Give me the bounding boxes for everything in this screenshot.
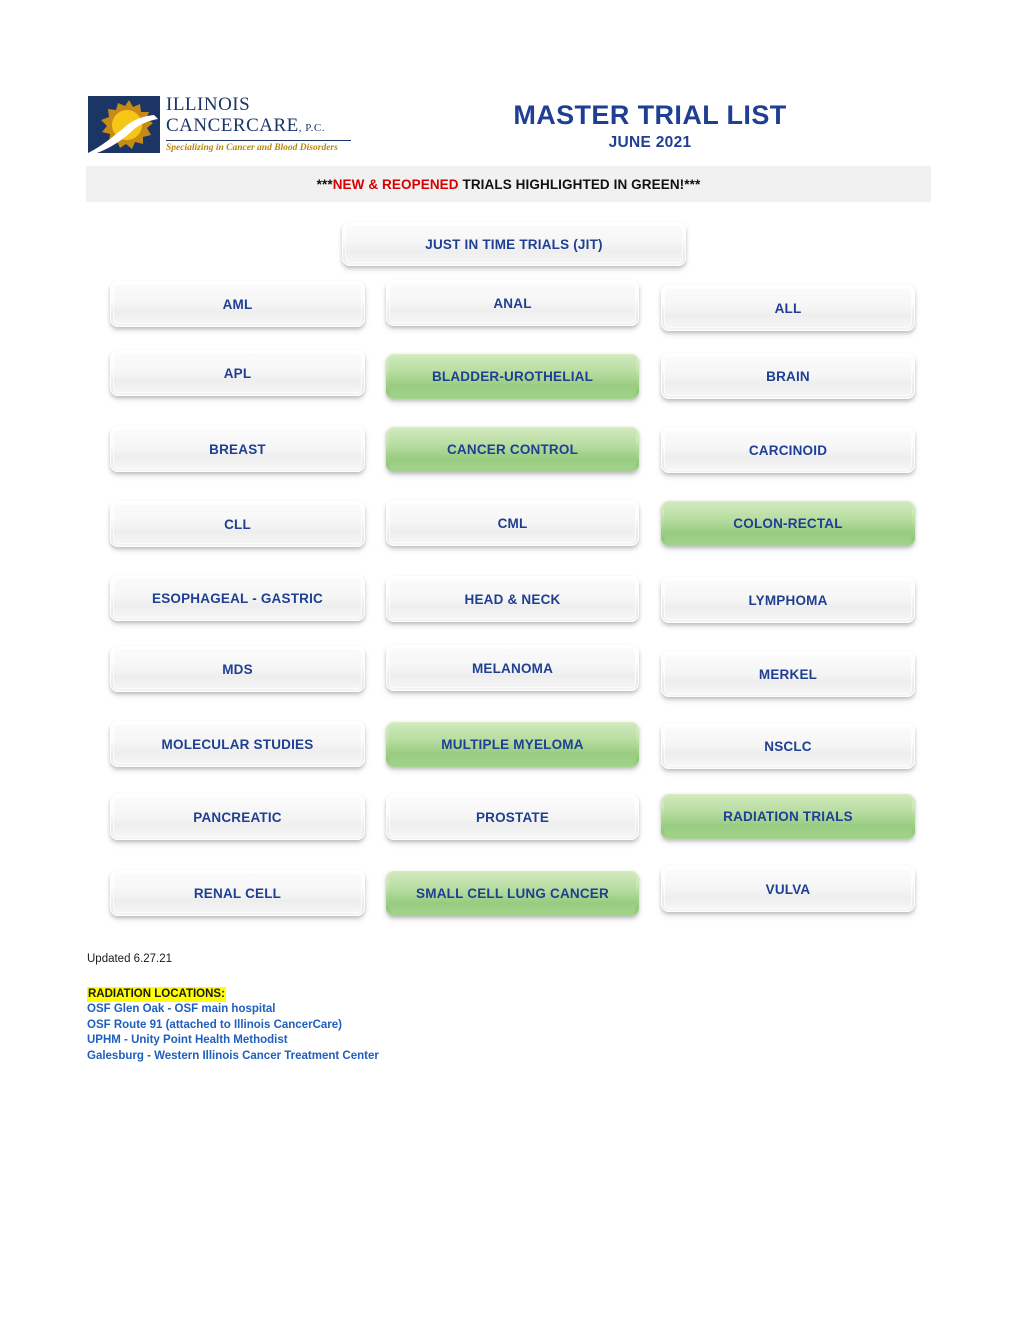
trial-button-label: MULTIPLE MYELOMA bbox=[441, 736, 584, 752]
trial-button-cll[interactable]: CLL bbox=[110, 501, 365, 547]
trial-button-vulva[interactable]: VULVA bbox=[661, 866, 915, 912]
trial-button-lymphoma[interactable]: LYMPHOMA bbox=[661, 577, 915, 623]
trial-button-all[interactable]: ALL bbox=[661, 285, 915, 331]
trial-button-label: RENAL CELL bbox=[193, 885, 282, 901]
trial-button-pancreatic[interactable]: PANCREATIC bbox=[110, 794, 365, 840]
trial-button-label: PROSTATE bbox=[475, 809, 550, 825]
trial-button-cml[interactable]: CML bbox=[386, 500, 639, 546]
page-title: MASTER TRIAL LIST bbox=[513, 100, 787, 130]
trial-button-label: CANCER CONTROL bbox=[446, 441, 579, 457]
trial-button-label: PANCREATIC bbox=[193, 809, 282, 825]
trial-button-radiation-trials[interactable]: RADIATION TRIALS bbox=[661, 793, 915, 839]
radiation-locations-heading: RADIATION LOCATIONS: bbox=[87, 987, 226, 1002]
page-subtitle: JUNE 2021 bbox=[608, 134, 692, 151]
trial-button-brain[interactable]: BRAIN bbox=[661, 353, 915, 399]
trial-button-anal[interactable]: ANAL bbox=[386, 280, 639, 326]
radiation-location-item: UPHM - Unity Point Health Methodist bbox=[87, 1034, 288, 1046]
trial-button-label: ALL bbox=[774, 300, 802, 316]
trial-button-label: CARCINOID bbox=[748, 442, 828, 458]
brand-tagline: Specializing in Cancer and Blood Disorde… bbox=[166, 143, 338, 153]
radiation-locations-list: OSF Glen Oak - OSF main hospital OSF Rout… bbox=[87, 1002, 607, 1064]
radiation-location-item: Galesburg - Western Illinois Cancer Trea… bbox=[87, 1049, 379, 1062]
trial-button-label: COLON-RECTAL bbox=[733, 515, 843, 531]
footer: Updated 6.27.21 RADIATION LOCATIONS: OSF… bbox=[87, 952, 607, 1064]
trial-button-label: MDS bbox=[222, 661, 253, 677]
trial-button-label: SMALL CELL LUNG CANCER bbox=[416, 885, 609, 901]
radiation-location-item: OSF Route 91 (attached to Illinois Cance… bbox=[87, 1018, 342, 1031]
trial-button-label: ESOPHAGEAL - GASTRIC bbox=[151, 590, 324, 606]
trial-button-mds[interactable]: MDS bbox=[110, 646, 365, 692]
trial-button-multiple-myeloma[interactable]: MULTIPLE MYELOMA bbox=[386, 721, 639, 767]
trial-button-renal-cell[interactable]: RENAL CELL bbox=[110, 870, 365, 916]
radiation-locations-block: RADIATION LOCATIONS: OSF Glen Oak - OSF … bbox=[87, 984, 607, 1064]
trial-button-label: APL bbox=[223, 365, 252, 381]
trial-button-merkel[interactable]: MERKEL bbox=[661, 651, 915, 697]
trial-button-label: AML bbox=[222, 296, 253, 312]
trial-button-label: RADIATION TRIALS bbox=[723, 808, 853, 824]
trial-button-prostate[interactable]: PROSTATE bbox=[386, 794, 639, 840]
title-block: MASTER TRIAL LIST JUNE 2021 bbox=[380, 98, 920, 154]
brand-logo: ILLINOIS CANCERCARE, P.C. Specializing i… bbox=[88, 94, 356, 162]
trial-button-cancer-control[interactable]: CANCER CONTROL bbox=[386, 426, 639, 472]
trial-button-melanoma[interactable]: MELANOMA bbox=[386, 645, 639, 691]
trial-button-label: CML bbox=[497, 515, 528, 531]
trial-button-label: LYMPHOMA bbox=[748, 592, 828, 608]
trial-button-esophageal-gastric[interactable]: ESOPHAGEAL - GASTRIC bbox=[110, 575, 365, 621]
radiation-location-item: OSF Glen Oak - OSF main hospital bbox=[87, 1003, 276, 1015]
trial-button-label: BRAIN bbox=[766, 368, 810, 384]
trial-button-label: MOLECULAR STUDIES bbox=[161, 736, 314, 752]
jit-trials-label: JUST IN TIME TRIALS (JIT) bbox=[425, 236, 603, 252]
notice-highlight: NEW & REOPENED bbox=[332, 176, 459, 192]
notice-text: ***NEW & REOPENED TRIALS HIGHLIGHTED IN … bbox=[317, 177, 701, 192]
trial-button-label: MERKEL bbox=[758, 666, 818, 682]
jit-trials-button[interactable]: JUST IN TIME TRIALS (JIT) bbox=[342, 222, 686, 266]
trial-button-label: CLL bbox=[224, 516, 251, 532]
trial-button-apl[interactable]: APL bbox=[110, 350, 365, 396]
trial-button-colon-rectal[interactable]: COLON-RECTAL bbox=[661, 500, 915, 546]
brand-wordmark: ILLINOIS CANCERCARE, P.C. Specializing i… bbox=[166, 94, 356, 154]
updated-date: Updated 6.27.21 bbox=[87, 953, 173, 965]
trial-button-label: VULVA bbox=[765, 881, 811, 897]
trial-button-label: BLADDER-UROTHELIAL bbox=[431, 368, 594, 384]
illinois-cancercare-logo-icon bbox=[88, 96, 160, 153]
notice-suffix: TRIALS HIGHLIGHTED IN GREEN!*** bbox=[458, 176, 701, 192]
trial-button-breast[interactable]: BREAST bbox=[110, 426, 365, 472]
notice-prefix: *** bbox=[316, 176, 333, 192]
trial-button-label: NSCLC bbox=[764, 738, 812, 754]
trial-button-molecular-studies[interactable]: MOLECULAR STUDIES bbox=[110, 721, 365, 767]
wordmark-line-1: ILLINOIS bbox=[166, 94, 251, 115]
trial-button-carcinoid[interactable]: CARCINOID bbox=[661, 427, 915, 473]
trial-button-label: HEAD & NECK bbox=[464, 591, 561, 607]
trial-button-head-neck[interactable]: HEAD & NECK bbox=[386, 576, 639, 622]
trial-button-label: ANAL bbox=[493, 295, 532, 311]
trial-button-aml[interactable]: AML bbox=[110, 281, 365, 327]
trial-button-small-cell-lung-cancer[interactable]: SMALL CELL LUNG CANCER bbox=[386, 870, 639, 916]
notice-banner: ***NEW & REOPENED TRIALS HIGHLIGHTED IN … bbox=[86, 166, 931, 202]
trial-button-label: MELANOMA bbox=[471, 660, 554, 676]
wordmark-divider bbox=[166, 140, 351, 141]
trial-button-bladder-urothelial[interactable]: BLADDER-UROTHELIAL bbox=[386, 353, 639, 399]
trial-button-nsclc[interactable]: NSCLC bbox=[661, 723, 915, 769]
trial-button-label: BREAST bbox=[209, 441, 266, 457]
wordmark-line-2: CANCERCARE, P.C. bbox=[166, 115, 325, 136]
